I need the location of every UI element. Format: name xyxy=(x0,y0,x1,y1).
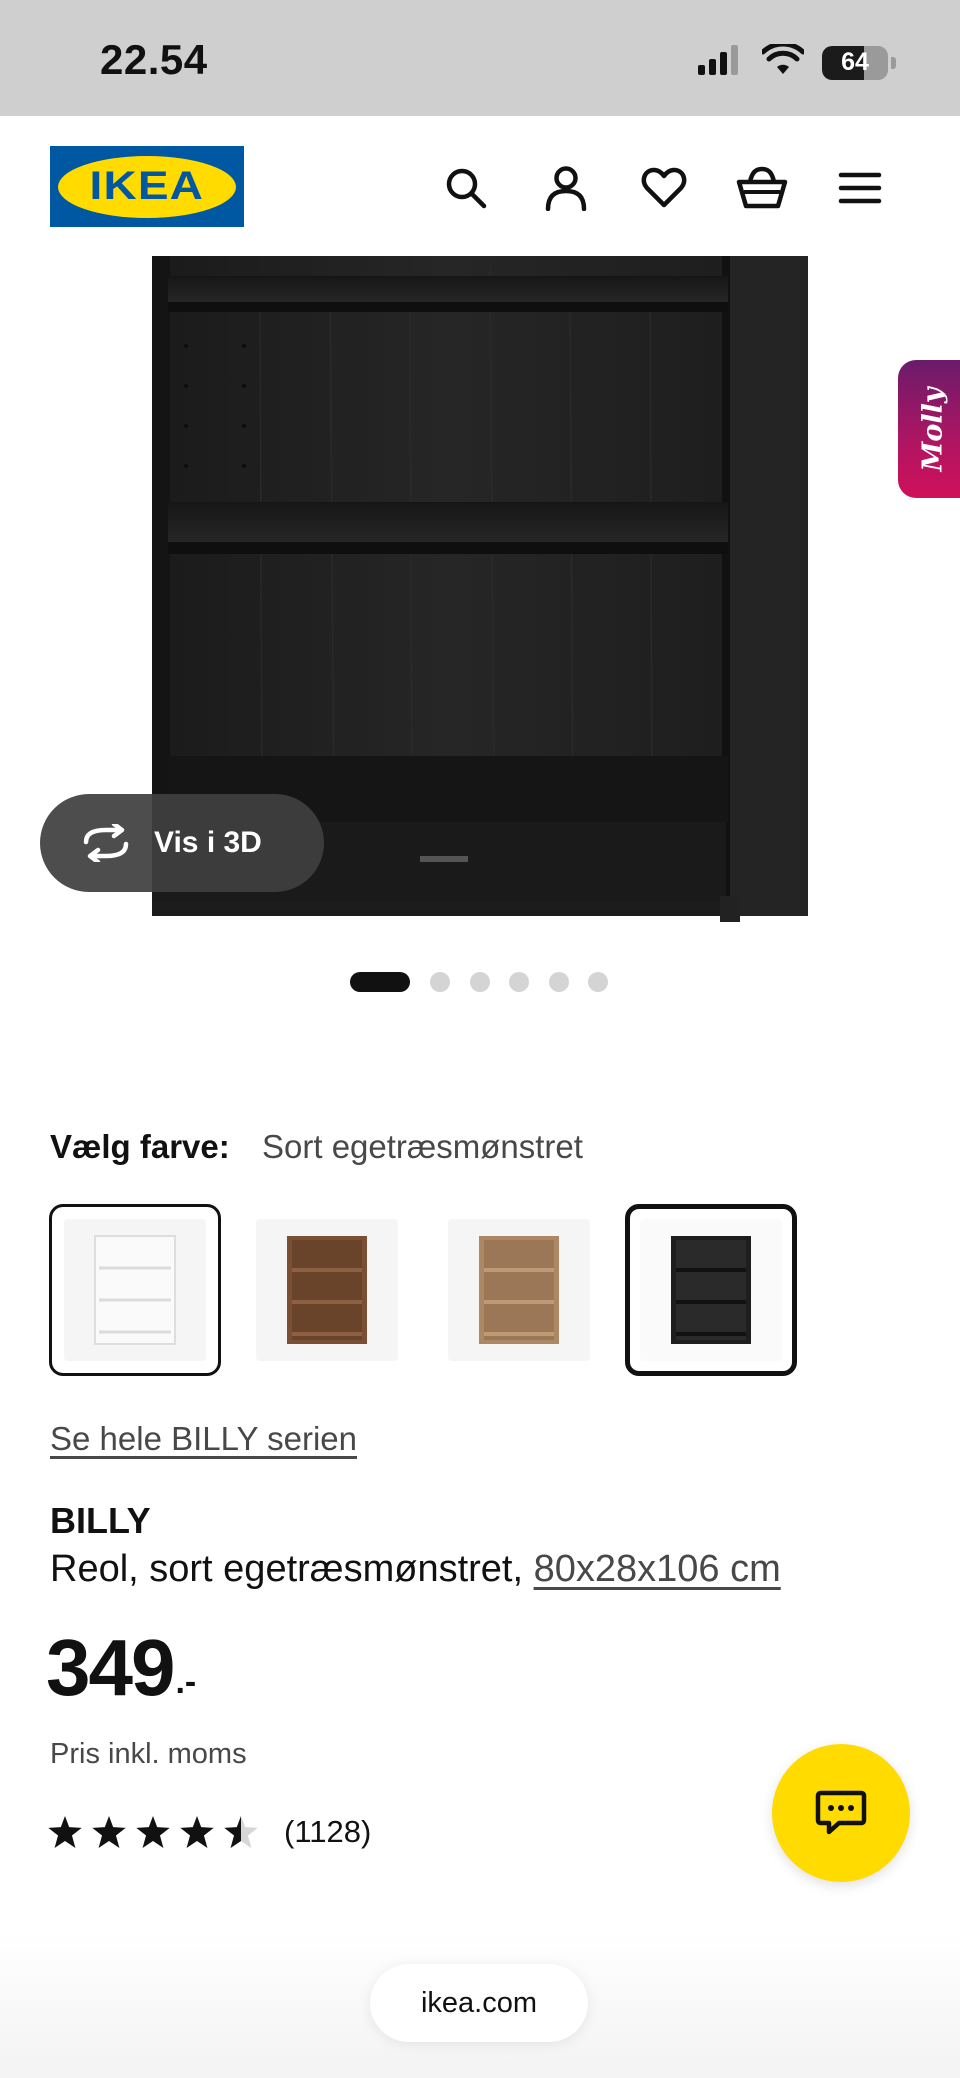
star-icon xyxy=(136,1816,170,1848)
molly-assistant-tab[interactable]: Molly xyxy=(898,360,960,498)
gallery-dot-active[interactable] xyxy=(350,972,410,992)
ikea-logo[interactable]: IKEA xyxy=(50,146,244,227)
product-description: Reol, sort egetræsmønstret, 80x28x106 cm xyxy=(50,1548,781,1591)
battery-indicator: 64 xyxy=(822,45,888,80)
color-swatch-white[interactable] xyxy=(49,1204,221,1376)
star-icon xyxy=(92,1816,126,1848)
star-icon xyxy=(180,1816,214,1848)
color-swatch-black[interactable] xyxy=(625,1204,797,1376)
swatch-image xyxy=(640,1219,782,1361)
half-star-icon xyxy=(224,1816,258,1848)
product-rating[interactable]: (1128) xyxy=(48,1814,371,1850)
price-amount: 349 xyxy=(46,1623,175,1712)
logo-text: IKEA xyxy=(89,164,205,208)
account-icon[interactable] xyxy=(540,162,592,214)
chat-icon xyxy=(815,1790,867,1835)
gallery-pagination xyxy=(0,972,960,994)
swatch-image xyxy=(256,1219,398,1361)
price-suffix: .- xyxy=(175,1663,197,1701)
price-note: Pris inkl. moms xyxy=(50,1738,247,1770)
search-icon[interactable] xyxy=(440,162,492,214)
product-price: 349 .- xyxy=(46,1628,196,1708)
gallery-dot[interactable] xyxy=(509,972,529,992)
status-icons: 64 xyxy=(698,41,896,81)
molly-label: Molly xyxy=(917,386,949,472)
status-time: 22.54 xyxy=(100,36,208,83)
rotate-3d-icon xyxy=(80,824,132,862)
view-in-3d-button[interactable]: Vis i 3D xyxy=(40,794,324,892)
selected-color-value: Sort egetræsmønstret xyxy=(262,1128,583,1165)
product-name: BILLY xyxy=(50,1500,151,1541)
review-count: (1128) xyxy=(284,1814,372,1849)
color-swatch-brown[interactable] xyxy=(241,1204,413,1376)
cellular-signal-icon xyxy=(698,45,744,80)
menu-icon[interactable] xyxy=(834,162,886,214)
view-in-3d-label: Vis i 3D xyxy=(154,826,262,859)
site-header: IKEA xyxy=(0,116,960,256)
gallery-dot[interactable] xyxy=(588,972,608,992)
series-link[interactable]: Se hele BILLY serien xyxy=(50,1420,357,1458)
battery-nub xyxy=(891,56,896,69)
color-swatch-oak[interactable] xyxy=(433,1204,605,1376)
swatch-image xyxy=(448,1219,590,1361)
product-size-link[interactable]: 80x28x106 cm xyxy=(534,1548,781,1590)
chat-button[interactable] xyxy=(772,1744,910,1882)
wifi-icon xyxy=(760,41,806,81)
battery-percent: 64 xyxy=(841,48,869,76)
heart-icon[interactable] xyxy=(638,162,690,214)
product-description-text: Reol, sort egetræsmønstret, xyxy=(50,1548,534,1590)
status-bar: 22.54 64 xyxy=(0,0,960,116)
gallery-dot[interactable] xyxy=(549,972,569,992)
swatch-image xyxy=(64,1219,206,1361)
gallery-dot[interactable] xyxy=(430,972,450,992)
logo-oval: IKEA xyxy=(58,155,236,218)
basket-icon[interactable] xyxy=(736,162,788,214)
star-icon xyxy=(48,1816,82,1848)
gallery-dot[interactable] xyxy=(470,972,490,992)
color-picker-label: Vælg farve: xyxy=(50,1128,230,1165)
rating-stars xyxy=(48,1816,258,1848)
browser-url-pill[interactable]: ikea.com xyxy=(370,1964,588,2042)
